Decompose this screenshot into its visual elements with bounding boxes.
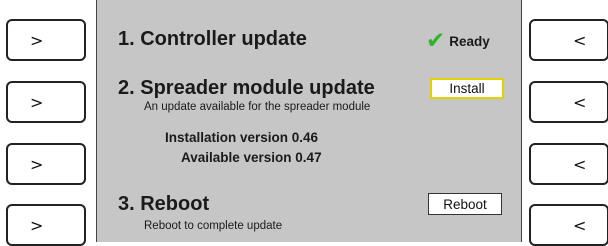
controller-status: ✔ Ready [426, 30, 490, 53]
right-softkey-1[interactable]: < [529, 19, 608, 61]
ready-label: Ready [449, 34, 490, 49]
update-panel: 1. Controller update ✔ Ready 2. Spreader… [96, 0, 522, 242]
right-softkey-2[interactable]: < [529, 81, 608, 123]
installation-version: Installation version 0.46 [165, 130, 319, 145]
controller-update-title: 1. Controller update [118, 28, 307, 50]
check-icon: ✔ [426, 28, 446, 54]
reboot-title: 3. Reboot [118, 193, 210, 215]
reboot-subtitle: Reboot to complete update [144, 220, 283, 232]
spreader-update-title: 2. Spreader module update [118, 77, 375, 99]
spreader-update-subtitle: An update available for the spreader mod… [144, 101, 371, 113]
left-softkey-2[interactable]: > [6, 81, 86, 123]
left-softkey-4[interactable]: > [6, 204, 86, 246]
install-button[interactable]: Install [430, 78, 504, 99]
left-softkey-3[interactable]: > [6, 143, 86, 185]
left-softkey-1[interactable]: > [6, 19, 86, 61]
right-softkey-3[interactable]: < [529, 143, 608, 185]
available-version: Available version 0.47 [181, 150, 322, 165]
reboot-button[interactable]: Reboot [428, 193, 502, 215]
right-softkey-4[interactable]: < [529, 204, 608, 246]
